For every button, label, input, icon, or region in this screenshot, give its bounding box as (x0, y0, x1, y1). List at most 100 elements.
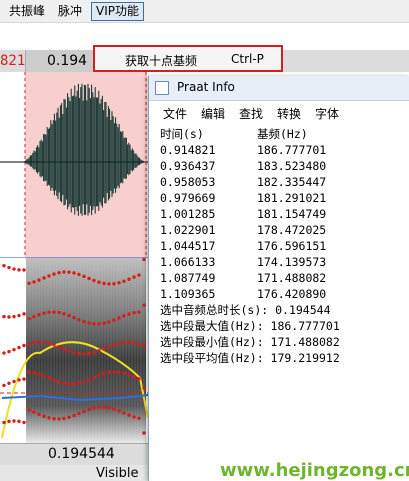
formant-dot (137, 342, 141, 346)
formant-dot (112, 370, 116, 374)
menu-pulses[interactable]: 脉冲 (58, 3, 82, 19)
formant-dot (107, 320, 111, 324)
formant-dot (62, 312, 66, 316)
formant-dot (77, 318, 81, 322)
formant-dot (97, 349, 101, 353)
formant-dot (2, 314, 6, 319)
formant-dot (87, 407, 91, 412)
info-menu-find[interactable]: 查找 (239, 105, 263, 122)
formant-dot (82, 274, 86, 279)
f0-row: 1.044517 176.596151 (160, 238, 340, 254)
formant-dot (17, 313, 21, 318)
formant-dot (12, 314, 16, 319)
formant-dot (132, 311, 136, 315)
formant-dot (12, 379, 16, 384)
formant-dot (62, 347, 66, 351)
menu-formant[interactable]: 共振峰 (9, 3, 45, 19)
formant-dot (132, 340, 136, 345)
formant-dot (67, 270, 71, 274)
formant-dot (77, 351, 81, 356)
formant-dot (82, 319, 86, 324)
f0-row-value: 174.139573 (257, 255, 327, 269)
f0-row-time: 0.979669 (160, 191, 216, 205)
formant-dot (7, 381, 11, 386)
f0-row-value: 176.420890 (257, 287, 327, 301)
selection-duration: 0.194544 (48, 446, 115, 462)
info-menu-font[interactable]: 字体 (315, 105, 339, 122)
formant-dot (47, 376, 51, 380)
summary-lines: 选中音频总时长(s): 0.194544 选中段最大值(Hz): 186.7777… (160, 302, 340, 366)
f0-row: 1.087749 171.488082 (160, 270, 340, 286)
formant-dot (32, 340, 36, 345)
formant-dot (97, 405, 101, 409)
formant-dot (62, 416, 66, 421)
formant-dot (72, 350, 76, 355)
formant-dot (137, 377, 141, 381)
formant-dot (22, 420, 26, 425)
f0-row-value: 176.596151 (257, 239, 327, 253)
formant-dot (47, 341, 51, 345)
info-menu-edit[interactable]: 编辑 (201, 105, 225, 122)
f0-row-time: 0.936437 (160, 159, 216, 173)
menu-item-get-ten-point-f0[interactable]: 获取十点基频 (125, 52, 197, 69)
formant-dot (122, 340, 126, 344)
formant-dot (77, 411, 81, 416)
f0-row-value: 183.523480 (257, 159, 327, 173)
info-header-row: 时间(s) 基频(Hz) (160, 126, 340, 142)
formant-dot (102, 372, 106, 376)
summary-line: 选中音频总时长(s): 0.194544 (160, 303, 331, 317)
f0-row-time: 0.958053 (160, 175, 216, 189)
praat-info-window: Praat Info 文件 编辑 查找 转换 字体 时间(s) 基频(Hz) 0.… (148, 76, 409, 481)
formant-dot (27, 317, 31, 321)
formant-dot (77, 381, 81, 385)
formant-dot (12, 347, 16, 352)
formant-dot (112, 318, 116, 322)
f0-row-value: 181.291021 (257, 191, 327, 205)
info-text-area[interactable]: 时间(s) 基频(Hz) 0.914821 186.777701 0.936437 18… (160, 126, 340, 366)
formant-dot (42, 311, 46, 315)
formant-dot (142, 343, 146, 348)
formant-dot (142, 303, 146, 307)
formant-dot (67, 382, 71, 386)
info-menu-file[interactable]: 文件 (163, 105, 187, 122)
formant-dot (67, 415, 71, 419)
f0-row-time: 0.914821 (160, 143, 216, 157)
formant-dot (27, 408, 31, 412)
formant-dot (22, 377, 26, 381)
formant-dot (37, 412, 41, 416)
formant-dot (117, 316, 121, 320)
formant-dot (57, 380, 61, 384)
formant-dot (57, 271, 61, 275)
formant-dot (7, 265, 11, 270)
f0-row: 0.979669 181.291021 (160, 190, 340, 206)
formant-dot (137, 416, 141, 420)
formant-dot (62, 270, 66, 274)
info-window-titlebar[interactable]: Praat Info (149, 76, 409, 101)
formant-dot (97, 322, 101, 326)
formant-dot (32, 315, 36, 319)
selection-time-readout: 0.194 (47, 53, 88, 69)
formant-dot (52, 378, 56, 382)
f0-row-time: 1.001285 (160, 207, 216, 221)
formant-dot (7, 349, 11, 354)
formant-dot (22, 312, 26, 316)
formant-dot (47, 416, 51, 420)
formant-dot (102, 405, 106, 409)
formant-dot (42, 276, 46, 280)
formant-dot (72, 382, 76, 386)
formant-dot (112, 343, 116, 347)
formant-dot (92, 278, 96, 283)
f0-row-time: 1.066133 (160, 255, 216, 269)
formant-dot (107, 406, 111, 410)
formant-dot (27, 342, 31, 346)
formant-dot (122, 411, 126, 415)
menu-vip[interactable]: VIP功能 (91, 2, 144, 21)
formant-dot (72, 413, 76, 418)
formant-dot (42, 340, 46, 344)
formant-dot (17, 378, 21, 382)
formant-dot (2, 351, 6, 355)
formant-dot (127, 312, 131, 316)
menu-item-shortcut: Ctrl-P (231, 52, 264, 66)
formant-dot (97, 280, 101, 284)
info-menu-convert[interactable]: 转换 (277, 105, 301, 122)
